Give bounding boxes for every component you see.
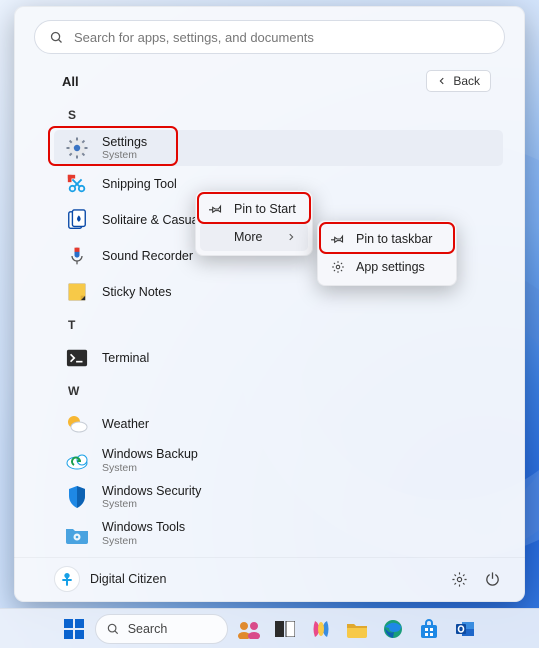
user-profile[interactable]: Digital Citizen <box>54 566 166 592</box>
chevron-right-icon <box>286 232 296 242</box>
back-button[interactable]: Back <box>426 70 491 92</box>
app-item-windows-tools[interactable]: Windows Tools System <box>54 515 503 551</box>
app-label: Weather <box>102 417 149 431</box>
apps-list: S Settings System Snipping Tool <box>14 100 525 557</box>
tb-copilot[interactable] <box>306 614 336 644</box>
store-icon <box>419 619 439 639</box>
app-sublabel: System <box>102 149 147 161</box>
user-name: Digital Citizen <box>90 572 166 586</box>
copilot-icon <box>311 619 331 639</box>
all-heading: All <box>62 74 79 89</box>
ctx-label: Pin to Start <box>234 202 296 216</box>
tb-task-view[interactable] <box>270 614 300 644</box>
outlook-icon <box>455 619 475 639</box>
ctx-label: Pin to taskbar <box>356 232 432 246</box>
sticky-notes-icon <box>64 279 90 305</box>
cloud-backup-icon <box>64 448 90 474</box>
tools-folder-icon <box>64 521 90 547</box>
tb-search-label: Search <box>128 622 168 636</box>
pin-icon <box>208 201 224 217</box>
app-label: Windows Backup <box>102 447 198 461</box>
tb-edge[interactable] <box>378 614 408 644</box>
settings-button[interactable] <box>451 571 468 588</box>
people-icon <box>236 619 262 639</box>
task-view-icon <box>275 621 295 637</box>
app-sublabel: System <box>102 498 201 510</box>
app-label: Terminal <box>102 351 149 365</box>
search-input[interactable] <box>74 30 490 45</box>
gear-icon <box>330 259 346 275</box>
app-item-windows-security[interactable]: Windows Security System <box>54 479 503 515</box>
start-search-box[interactable] <box>34 20 505 54</box>
pin-icon <box>330 231 346 247</box>
search-icon <box>106 622 120 636</box>
app-label: Sticky Notes <box>102 285 171 299</box>
search-icon <box>49 30 64 45</box>
app-label: Windows Tools <box>102 520 185 534</box>
tb-outlook[interactable] <box>450 614 480 644</box>
letter-header-t[interactable]: T <box>54 310 503 340</box>
app-label: Sound Recorder <box>102 249 193 263</box>
settings-gear-icon <box>64 135 90 161</box>
tb-start-button[interactable] <box>59 614 89 644</box>
letter-header-s[interactable]: S <box>54 100 503 130</box>
tb-search-box[interactable]: Search <box>95 614 229 644</box>
app-label: Snipping Tool <box>102 177 177 191</box>
power-icon <box>484 571 501 588</box>
app-sublabel: System <box>102 535 185 547</box>
sound-recorder-icon <box>64 243 90 269</box>
tb-file-explorer[interactable] <box>342 614 372 644</box>
terminal-icon <box>64 345 90 371</box>
ctx-label: More <box>234 230 262 244</box>
app-item-settings[interactable]: Settings System <box>54 130 503 166</box>
windows-logo-icon <box>64 619 84 639</box>
tb-store[interactable] <box>414 614 444 644</box>
weather-icon <box>64 411 90 437</box>
ctx-pin-to-taskbar[interactable]: Pin to taskbar <box>322 225 452 253</box>
context-menu-submenu: Pin to taskbar App settings <box>317 220 457 286</box>
tb-people-icon[interactable] <box>234 614 264 644</box>
folder-icon <box>346 620 368 638</box>
app-item-terminal[interactable]: Terminal <box>54 340 503 376</box>
context-menu-primary: Pin to Start More <box>195 190 313 256</box>
back-label: Back <box>453 74 480 88</box>
chevron-left-icon <box>437 76 447 86</box>
ctx-pin-to-start[interactable]: Pin to Start <box>200 195 308 223</box>
avatar-icon <box>54 566 80 592</box>
app-item-windows-backup[interactable]: Windows Backup System <box>54 442 503 478</box>
power-button[interactable] <box>484 571 501 588</box>
snipping-tool-icon <box>64 171 90 197</box>
gear-icon <box>451 571 468 588</box>
solitaire-icon <box>64 207 90 233</box>
ctx-app-settings[interactable]: App settings <box>322 253 452 281</box>
app-item-weather[interactable]: Weather <box>54 406 503 442</box>
start-footer: Digital Citizen <box>14 557 525 602</box>
letter-header-w[interactable]: W <box>54 376 503 406</box>
taskbar: Search <box>0 608 539 648</box>
app-label: Windows Security <box>102 484 201 498</box>
app-sublabel: System <box>102 462 198 474</box>
app-label: Settings <box>102 135 147 149</box>
ctx-more[interactable]: More <box>200 223 308 251</box>
ctx-label: App settings <box>356 260 425 274</box>
start-menu-panel: All Back S Settings System Snipp <box>14 6 525 602</box>
shield-icon <box>64 484 90 510</box>
edge-icon <box>383 619 403 639</box>
